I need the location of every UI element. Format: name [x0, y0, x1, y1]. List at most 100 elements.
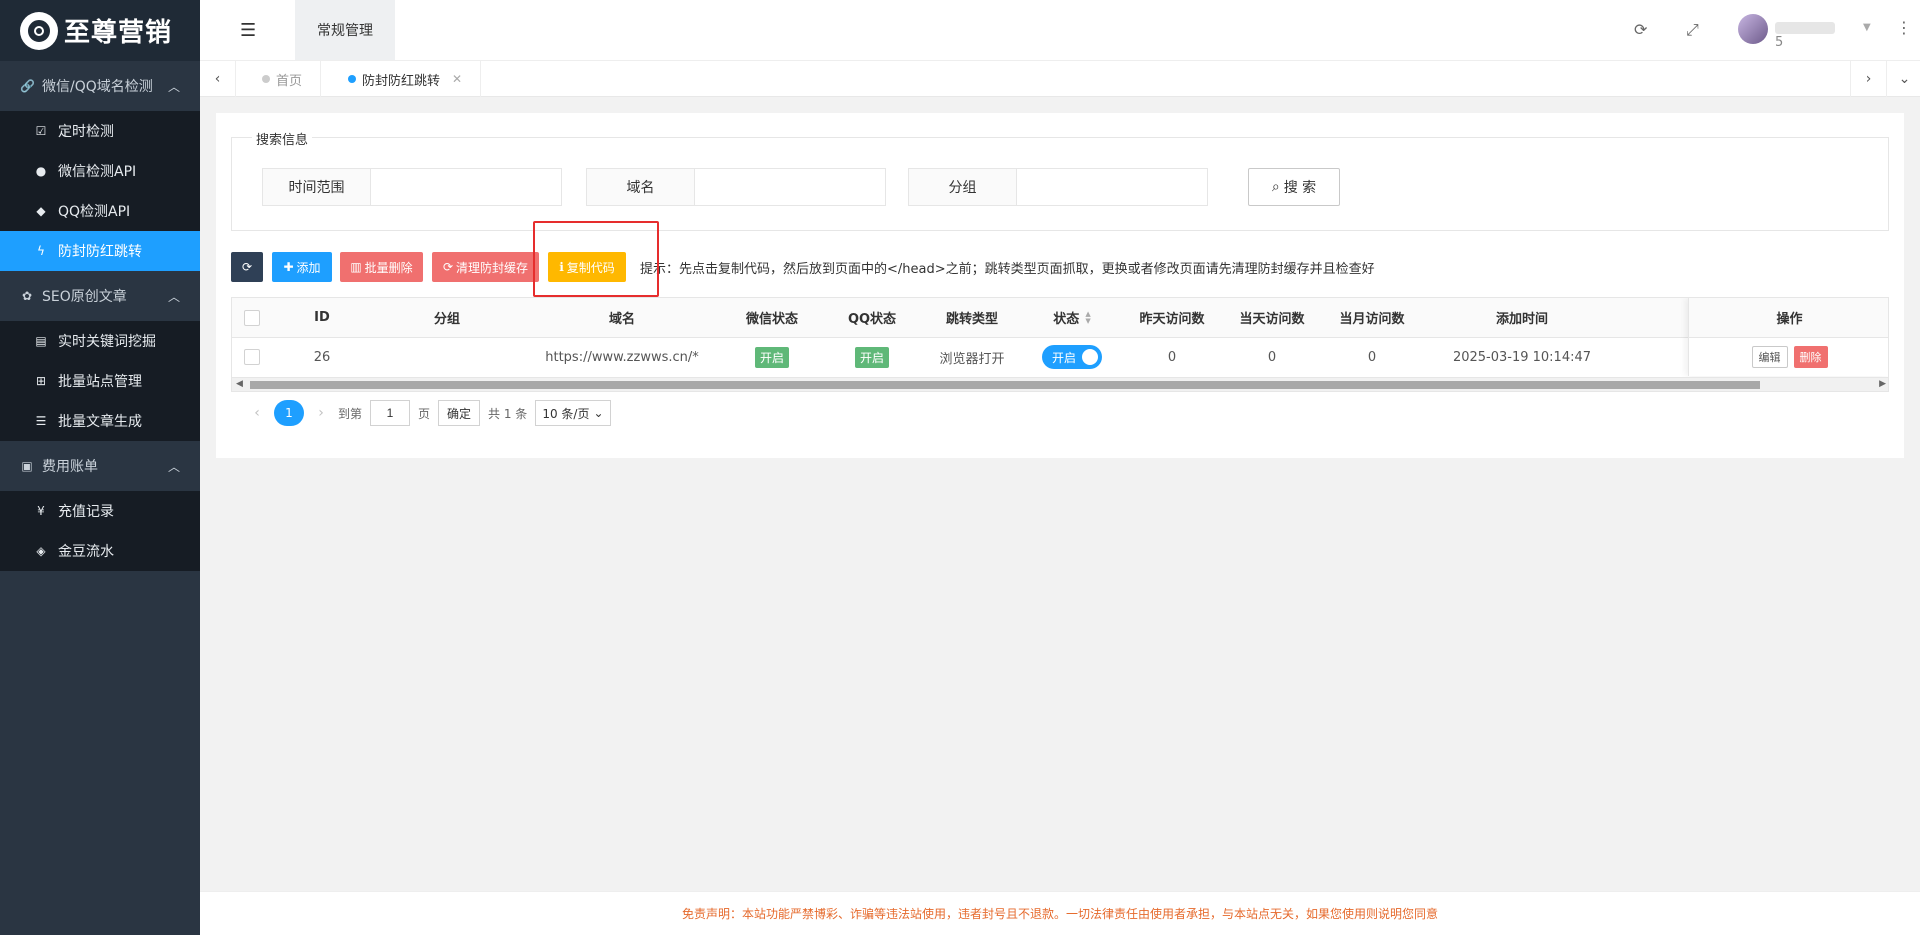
- tabs-menu-chevron-down-icon[interactable]: ⌄: [1886, 61, 1920, 97]
- pagination: ‹ 1 › 到第 页 确定 共 1 条 10 条/页⌄: [248, 400, 611, 426]
- col-wechat-status[interactable]: 微信状态: [722, 298, 822, 337]
- col-domain[interactable]: 域名: [522, 298, 722, 337]
- search-button-label: 搜 索: [1283, 180, 1317, 196]
- cell-added-time: 2025-03-19 10:14:47: [1452, 349, 1592, 365]
- tab-anti-block-redirect[interactable]: 防封防红跳转 ✕: [330, 61, 482, 97]
- more-vertical-icon[interactable]: ⋮: [1896, 18, 1912, 37]
- search-button[interactable]: ⌕ 搜 索: [1248, 168, 1340, 206]
- col-added-time[interactable]: 添加时间: [1422, 298, 1622, 337]
- sidebar-item-gold-bean-flow[interactable]: ◈ 金豆流水: [0, 531, 200, 571]
- cell-status: 开启: [1022, 338, 1122, 376]
- nav-group-domain-check[interactable]: 🔗 微信/QQ域名检测 ︿: [0, 61, 200, 111]
- wechat-icon: ●: [35, 164, 47, 178]
- tab-dot: [348, 75, 356, 83]
- sidebar-item-keyword-mining[interactable]: ▤ 实时关键词挖掘: [0, 321, 200, 361]
- goto-confirm-button[interactable]: 确定: [438, 400, 481, 426]
- scrollbar-thumb[interactable]: [250, 381, 1760, 389]
- tabs-scroll-left-icon[interactable]: ‹: [200, 61, 236, 97]
- cell-qq-status: 开启: [822, 338, 922, 376]
- col-qq-status[interactable]: QQ状态: [822, 298, 922, 337]
- copy-code-highlight: [533, 221, 659, 297]
- nav-group-seo[interactable]: ✿ SEO原创文章 ︿: [0, 271, 200, 321]
- sort-caret-icon[interactable]: ▲ ▼: [1085, 310, 1090, 325]
- sidebar-item-site-management[interactable]: ⊞ 批量站点管理: [0, 361, 200, 401]
- delete-button[interactable]: 删除: [1793, 346, 1828, 368]
- col-today-visits[interactable]: 当天访问数: [1222, 298, 1322, 337]
- sidebar-item-label: 批量站点管理: [58, 374, 142, 390]
- select-all-checkbox[interactable]: [244, 309, 260, 326]
- data-table: ID 分组 域名 微信状态 QQ状态 跳转类型 状态 ▲ ▼ 昨天访问数 当天访问数…: [231, 297, 1889, 392]
- avatar[interactable]: [1738, 14, 1768, 44]
- tab-close-icon[interactable]: ✕: [452, 72, 462, 86]
- nav-group-billing[interactable]: ▣ 费用账单 ︿: [0, 441, 200, 491]
- col-group[interactable]: 分组: [372, 298, 522, 337]
- domain-field: 域名: [586, 168, 886, 206]
- app-logo[interactable]: 至尊营销: [0, 0, 200, 61]
- sidebar-item-wechat-api[interactable]: ● 微信检测API: [0, 151, 200, 191]
- sidebar-item-label: 微信检测API: [58, 164, 137, 180]
- batch-delete-button[interactable]: ▥ 批量删除: [340, 252, 423, 282]
- refresh-table-button[interactable]: ⟳: [231, 252, 263, 282]
- group-input[interactable]: [1017, 169, 1207, 205]
- refresh-icon[interactable]: ⟳: [1634, 20, 1647, 39]
- time-range-field: 时间范围: [262, 168, 562, 206]
- row-checkbox[interactable]: [244, 349, 260, 365]
- col-status[interactable]: 状态 ▲ ▼: [1022, 298, 1122, 337]
- next-page-icon[interactable]: ›: [312, 405, 330, 421]
- tabs-scroll-right-icon[interactable]: ›: [1850, 61, 1886, 97]
- cell-group: [372, 338, 522, 376]
- menu-toggle-icon[interactable]: ☰: [240, 20, 256, 41]
- header-tab-general[interactable]: 常规管理: [295, 0, 395, 60]
- prev-page-icon[interactable]: ‹: [248, 405, 266, 421]
- tab-home[interactable]: 首页: [244, 61, 322, 97]
- add-button[interactable]: ✚ 添加: [272, 252, 332, 282]
- nav-group-label: 费用账单: [42, 459, 98, 475]
- cell-yesterday-visits: 0: [1167, 349, 1177, 365]
- col-month-visits[interactable]: 当月访问数: [1322, 298, 1422, 337]
- domain-input[interactable]: [695, 169, 885, 205]
- goto-page-input[interactable]: [370, 400, 411, 426]
- scroll-left-arrow-icon[interactable]: ◀: [236, 379, 243, 389]
- sidebar-item-article-generation[interactable]: ☰ 批量文章生成: [0, 401, 200, 441]
- horizontal-scrollbar[interactable]: ◀ ▶: [232, 377, 1888, 391]
- group-field: 分组: [908, 168, 1208, 206]
- cell-month-visits: 0: [1367, 349, 1377, 365]
- bill-icon: ▣: [21, 459, 33, 473]
- clear-cache-label: 清理防封缓存: [456, 260, 529, 275]
- edit-button[interactable]: 编辑: [1751, 346, 1788, 368]
- chevron-up-icon: ︿: [167, 459, 180, 474]
- tab-dot: [262, 75, 270, 83]
- sidebar-item-qq-api[interactable]: ◆ QQ检测API: [0, 191, 200, 231]
- username[interactable]: 5: [1775, 20, 1840, 50]
- chevron-up-icon: ︿: [167, 79, 180, 94]
- time-range-input[interactable]: [371, 169, 561, 205]
- col-jump-type[interactable]: 跳转类型: [922, 298, 1022, 337]
- top-header: ☰ 常规管理 ⟳ ⤢ 5 ▼ ⋮: [200, 0, 1920, 61]
- page-size-select[interactable]: 10 条/页 ⌄: [535, 400, 611, 426]
- actions-column: 操作 编辑 删除: [1688, 298, 1888, 376]
- sidebar-item-recharge-records[interactable]: ¥ 充值记录: [0, 491, 200, 531]
- status-toggle[interactable]: 开启: [1042, 345, 1102, 369]
- clear-cache-button[interactable]: ⟳ 清理防封缓存: [432, 252, 539, 282]
- caret-down-icon[interactable]: ▼: [1863, 22, 1871, 33]
- scroll-right-arrow-icon[interactable]: ▶: [1879, 379, 1886, 389]
- page-number-current[interactable]: 1: [274, 400, 304, 426]
- sitemap-icon: ⊞: [35, 374, 47, 388]
- total-count: 共 1 条: [488, 406, 528, 421]
- fullscreen-icon[interactable]: ⤢: [1686, 20, 1699, 40]
- group-label: 分组: [909, 169, 1017, 205]
- plus-icon: ✚: [283, 260, 294, 274]
- list-icon: ☰: [35, 414, 47, 428]
- sidebar-item-scheduled-check[interactable]: ☑ 定时检测: [0, 111, 200, 151]
- page-unit-label: 页: [418, 406, 431, 421]
- sidebar-item-anti-block-redirect[interactable]: ϟ 防封防红跳转: [0, 231, 200, 271]
- search-legend: 搜索信息: [252, 129, 313, 148]
- username-suffix: 5: [1775, 35, 1784, 50]
- table-row: 26 https://www.zzwws.cn/* 开启 开启 浏览器打开 开启…: [232, 338, 1888, 376]
- sidebar: 至尊营销 🔗 微信/QQ域名检测 ︿ ☑ 定时检测 ● 微信检测API ◆ QQ检测AP…: [0, 0, 200, 935]
- col-id[interactable]: ID: [272, 298, 372, 337]
- nav-group-label: 微信/QQ域名检测: [42, 79, 153, 95]
- col-yesterday-visits[interactable]: 昨天访问数: [1122, 298, 1222, 337]
- tab-label: 防封防红跳转: [362, 73, 441, 89]
- sidebar-item-label: 定时检测: [58, 124, 114, 140]
